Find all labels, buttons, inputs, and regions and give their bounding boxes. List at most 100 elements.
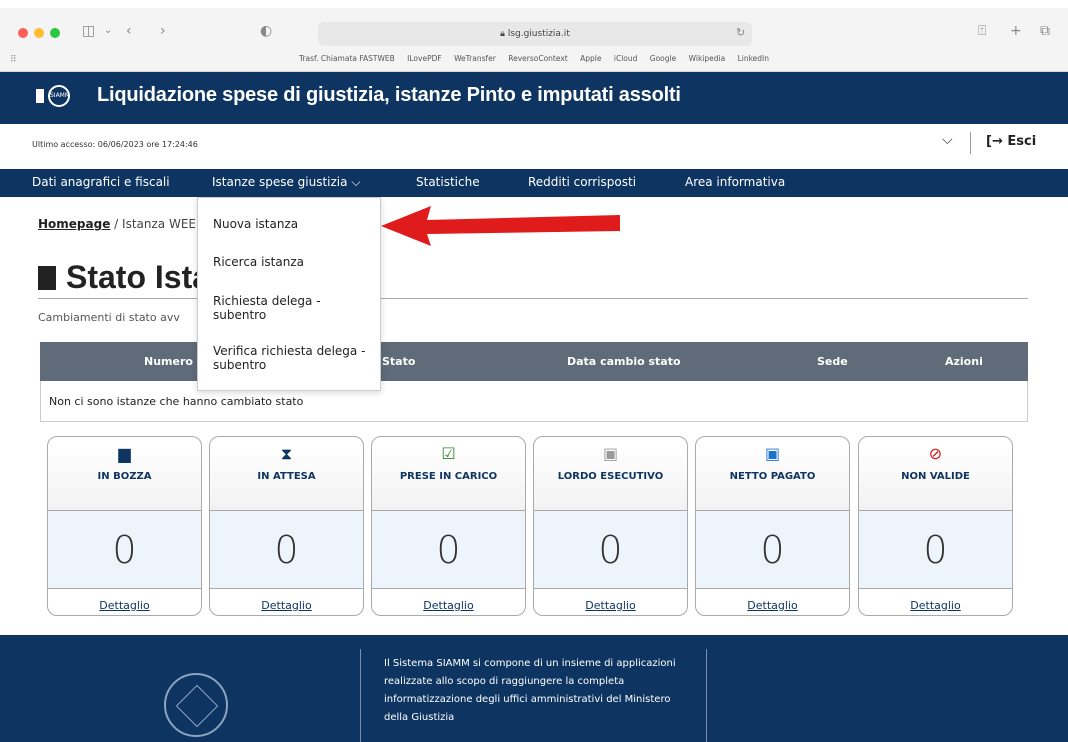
dettaglio-link[interactable]: Dettaglio bbox=[696, 589, 849, 615]
logo-text: SIAMM bbox=[50, 92, 71, 99]
calendar-check-icon: ☑ bbox=[441, 444, 456, 463]
back-icon[interactable]: ‹ bbox=[126, 21, 132, 41]
nav-item-dati-anagrafici[interactable]: Dati anagrafici e fiscali bbox=[32, 175, 170, 189]
browser-toolbar: ◫ ⌄ ‹ › ◐ 🔒︎ lsg.giustizia.it ↻ ⍐ + ⧉ ⠿ … bbox=[0, 8, 1068, 72]
menu-item-richiesta-delega[interactable]: Richiesta delega - subentro bbox=[213, 294, 373, 322]
bookmark-item[interactable]: WeTransfer bbox=[454, 54, 496, 63]
card-header: ▣ NETTO PAGATO bbox=[696, 445, 849, 511]
new-tab-icon[interactable]: + bbox=[1010, 21, 1022, 41]
title-divider bbox=[38, 298, 1028, 299]
breadcrumb-current: Istanza WEE bbox=[122, 217, 196, 231]
chevron-down-icon[interactable]: ⌵ bbox=[942, 132, 953, 148]
chevron-down-icon: ⌵ bbox=[351, 175, 361, 189]
minimize-window-icon[interactable] bbox=[34, 28, 44, 38]
card-count: 0 bbox=[696, 511, 849, 589]
bookmark-item[interactable]: Google bbox=[650, 54, 676, 63]
shield-icon: ◐ bbox=[260, 23, 273, 39]
republic-emblem-icon bbox=[164, 673, 228, 737]
money-check-icon: ▣ bbox=[764, 444, 781, 463]
card-header: ⊘ NON VALIDE bbox=[859, 445, 1012, 511]
bookmark-item[interactable]: Trasf. Chiamata FASTWEB bbox=[299, 54, 395, 63]
card-label: NON VALIDE bbox=[901, 471, 970, 482]
breadcrumb: Homepage / Istanza WEE bbox=[38, 217, 196, 231]
card-label: IN BOZZA bbox=[97, 471, 152, 482]
forward-icon[interactable]: › bbox=[160, 21, 166, 41]
sidebar-toggle-icon[interactable]: ◫ bbox=[82, 21, 95, 41]
dettaglio-link[interactable]: Dettaglio bbox=[859, 589, 1012, 615]
column-header-numero: Numero bbox=[144, 355, 193, 368]
main-nav: Dati anagrafici e fiscali Istanze spese … bbox=[0, 169, 1068, 197]
tabs-overview-icon[interactable]: ⧉ bbox=[1040, 21, 1050, 41]
status-card-prese-in-carico: ☑ PRESE IN CARICO 0 Dettaglio bbox=[371, 436, 526, 616]
menu-item-ricerca-istanza[interactable]: Ricerca istanza bbox=[213, 255, 373, 269]
card-count: 0 bbox=[372, 511, 525, 589]
bookmark-item[interactable]: Apple bbox=[580, 54, 601, 63]
page-subtitle: Cambiamenti di stato avv bbox=[38, 311, 180, 324]
document-icon: ▆ bbox=[118, 444, 131, 463]
document-icon bbox=[38, 266, 56, 290]
close-window-icon[interactable] bbox=[18, 28, 28, 38]
card-label: NETTO PAGATO bbox=[729, 471, 816, 482]
card-count: 0 bbox=[48, 511, 201, 589]
bookmark-item[interactable]: Wikipedia bbox=[689, 54, 726, 63]
table-header: Numero Stato Data cambio stato Sede Azio… bbox=[40, 342, 1028, 381]
ban-icon: ⊘ bbox=[928, 444, 943, 463]
logout-label: Esci bbox=[1007, 134, 1037, 149]
footer-divider bbox=[706, 649, 707, 742]
app-title: Liquidazione spese di giustizia, istanze… bbox=[97, 84, 681, 106]
maximize-window-icon[interactable] bbox=[50, 28, 60, 38]
status-card-non-valide: ⊘ NON VALIDE 0 Dettaglio bbox=[858, 436, 1013, 616]
bookmark-item[interactable]: ReversoContext bbox=[508, 54, 568, 63]
card-label: LORDO ESECUTIVO bbox=[557, 471, 664, 482]
menu-item-verifica-delega[interactable]: Verifica richiesta delega - subentro bbox=[213, 344, 373, 372]
breadcrumb-home-link[interactable]: Homepage bbox=[38, 217, 110, 231]
card-count: 0 bbox=[534, 511, 687, 589]
bookmark-item[interactable]: LinkedIn bbox=[738, 54, 769, 63]
card-header: ☑ PRESE IN CARICO bbox=[372, 445, 525, 511]
divider bbox=[970, 132, 971, 154]
banknote-icon: ▣ bbox=[602, 444, 619, 463]
share-icon[interactable]: ⍐ bbox=[978, 21, 986, 41]
nav-item-redditi[interactable]: Redditi corrisposti bbox=[528, 175, 636, 189]
card-header: ▣ LORDO ESECUTIVO bbox=[534, 445, 687, 511]
bookmark-item[interactable]: ILovePDF bbox=[407, 54, 442, 63]
dettaglio-link[interactable]: Dettaglio bbox=[210, 589, 363, 615]
last-access-text: Ultimo accesso: 06/06/2023 ore 17:24:46 bbox=[32, 140, 198, 149]
page-title-text: Stato Ista bbox=[66, 259, 211, 295]
reload-icon[interactable]: ↻ bbox=[736, 23, 745, 43]
url-text: lsg.giustizia.it bbox=[507, 29, 570, 39]
bookmark-item[interactable]: iCloud bbox=[614, 54, 638, 63]
column-header-stato: Stato bbox=[382, 355, 416, 368]
logout-button[interactable]: [→ Esci bbox=[986, 134, 1036, 149]
url-bar[interactable]: 🔒︎ lsg.giustizia.it bbox=[318, 22, 752, 46]
card-count: 0 bbox=[210, 511, 363, 589]
logout-icon: [→ bbox=[986, 134, 1008, 149]
hourglass-icon: ⧗ bbox=[280, 444, 293, 463]
lock-icon: 🔒︎ bbox=[500, 29, 508, 39]
footer-description: Il Sistema SIAMM si compone di un insiem… bbox=[384, 658, 676, 723]
site-footer: Il Sistema SIAMM si compone di un insiem… bbox=[0, 635, 1068, 742]
table-empty-row: Non ci sono istanze che hanno cambiato s… bbox=[40, 381, 1028, 422]
dettaglio-link[interactable]: Dettaglio bbox=[48, 589, 201, 615]
column-header-azioni: Azioni bbox=[945, 355, 983, 368]
status-card-lordo-esecutivo: ▣ LORDO ESECUTIVO 0 Dettaglio bbox=[533, 436, 688, 616]
siamm-logo[interactable]: SIAMM bbox=[48, 85, 70, 107]
dettaglio-link[interactable]: Dettaglio bbox=[534, 589, 687, 615]
nav-item-area-informativa[interactable]: Area informativa bbox=[685, 175, 785, 189]
chevron-down-icon[interactable]: ⌄ bbox=[104, 21, 112, 41]
card-count: 0 bbox=[859, 511, 1012, 589]
card-header: ▆ IN BOZZA bbox=[48, 445, 201, 511]
card-label: IN ATTESA bbox=[257, 471, 316, 482]
menu-item-nuova-istanza[interactable]: Nuova istanza bbox=[213, 217, 373, 231]
red-annotation-arrow bbox=[381, 206, 620, 246]
istanze-dropdown-menu: Nuova istanza Ricerca istanza Richiesta … bbox=[197, 197, 381, 391]
dettaglio-link[interactable]: Dettaglio bbox=[372, 589, 525, 615]
logo-mark bbox=[36, 89, 44, 103]
nav-item-label: Istanze spese giustizia bbox=[212, 175, 348, 189]
nav-item-istanze-spese[interactable]: Istanze spese giustizia ⌵ bbox=[212, 175, 360, 190]
nav-item-statistiche[interactable]: Statistiche bbox=[416, 175, 480, 189]
card-header: ⧗ IN ATTESA bbox=[210, 445, 363, 511]
site-header: SIAMM Liquidazione spese di giustizia, i… bbox=[0, 72, 1068, 124]
status-card-in-attesa: ⧗ IN ATTESA 0 Dettaglio bbox=[209, 436, 364, 616]
column-header-sede: Sede bbox=[817, 355, 848, 368]
